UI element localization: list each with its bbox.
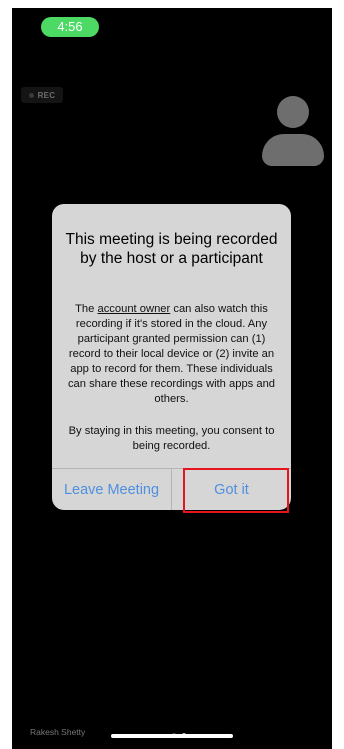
dialog-message: The account owner can also watch this re… [65,302,278,407]
recording-consent-dialog: This meeting is being recorded by the ho… [52,204,291,510]
dialog-message-rest: can also watch this recording if it's st… [67,303,276,405]
avatar-placeholder-icon [262,96,324,168]
consent-text: By staying in this meeting, you consent … [68,425,275,452]
dialog-message-intro: The [75,303,98,315]
participant-name: Rakesh Shetty [30,727,86,737]
avatar-body [262,134,324,166]
recording-badge: REC [21,87,63,103]
avatar-head [277,96,309,128]
recording-label: REC [37,90,56,100]
home-indicator[interactable] [111,734,233,738]
leave-meeting-button[interactable]: Leave Meeting [52,469,171,510]
status-time: 4:56 [41,17,99,37]
dialog-title: This meeting is being recorded by the ho… [65,231,278,267]
got-it-highlight-box [183,468,289,513]
account-owner-link[interactable]: account owner [97,303,170,315]
record-dot-icon [28,92,34,98]
